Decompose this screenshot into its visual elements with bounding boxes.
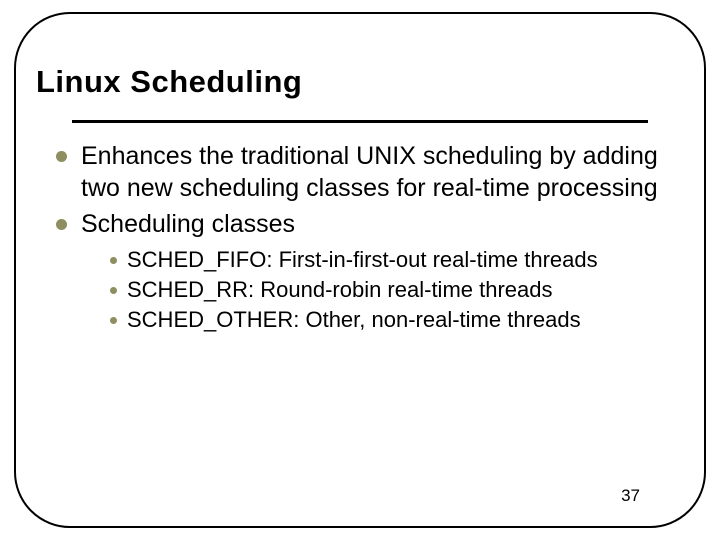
sub-bullet-dot-icon <box>110 287 117 294</box>
sub-bullet-text: SCHED_RR: Round-robin real-time threads <box>127 276 553 304</box>
bullet-level2: SCHED_RR: Round-robin real-time threads <box>110 276 672 304</box>
sub-bullet-text: SCHED_OTHER: Other, non-real-time thread… <box>127 306 581 334</box>
bullet-text: Scheduling classes <box>81 208 295 240</box>
sub-bullet-text: SCHED_FIFO: First-in-first-out real-time… <box>127 246 598 274</box>
bullet-level2: SCHED_FIFO: First-in-first-out real-time… <box>110 246 672 274</box>
page-number: 37 <box>621 486 640 506</box>
bullet-dot-icon <box>56 151 67 162</box>
bullet-level1: Enhances the traditional UNIX scheduling… <box>56 140 672 204</box>
sub-bullet-dot-icon <box>110 257 117 264</box>
bullet-dot-icon <box>56 219 67 230</box>
slide: Linux Scheduling Enhances the traditiona… <box>0 0 720 540</box>
sub-bullet-list: SCHED_FIFO: First-in-first-out real-time… <box>110 246 672 334</box>
bullet-text: Enhances the traditional UNIX scheduling… <box>81 140 672 204</box>
title-divider <box>72 120 648 123</box>
slide-content: Enhances the traditional UNIX scheduling… <box>56 140 672 336</box>
bullet-level1: Scheduling classes <box>56 208 672 240</box>
slide-title: Linux Scheduling <box>36 64 302 100</box>
bullet-level2: SCHED_OTHER: Other, non-real-time thread… <box>110 306 672 334</box>
sub-bullet-dot-icon <box>110 317 117 324</box>
